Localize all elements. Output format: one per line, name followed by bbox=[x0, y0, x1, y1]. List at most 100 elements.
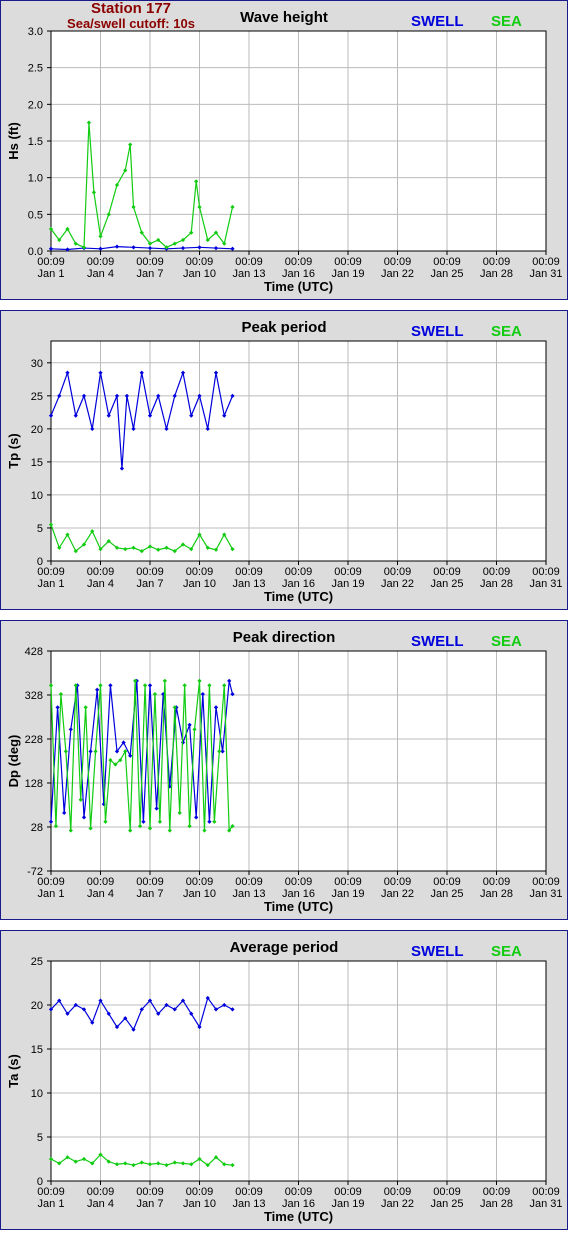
x-tick-date: Jan 7 bbox=[137, 578, 164, 590]
y-tick-label: 2.0 bbox=[28, 99, 43, 111]
y-tick-label: 1.0 bbox=[28, 173, 43, 185]
x-tick-date: Jan 7 bbox=[137, 268, 164, 280]
x-tick-time: 00:09 bbox=[433, 1186, 461, 1198]
x-tick-date: Jan 7 bbox=[137, 1198, 164, 1210]
x-tick-time: 00:09 bbox=[186, 256, 214, 268]
x-tick-date: Jan 28 bbox=[480, 578, 513, 590]
x-axis-label: Time (UTC) bbox=[264, 279, 333, 294]
x-tick-time: 00:09 bbox=[433, 256, 461, 268]
y-tick-label: 20 bbox=[31, 424, 43, 436]
x-tick-time: 00:09 bbox=[384, 256, 412, 268]
x-tick-date: Jan 28 bbox=[480, 1198, 513, 1210]
x-tick-date: Jan 19 bbox=[331, 578, 364, 590]
y-tick-label: 5 bbox=[37, 1132, 43, 1144]
y-tick-label: 20 bbox=[31, 1000, 43, 1012]
x-tick-date: Jan 13 bbox=[232, 268, 265, 280]
chart-svg: 0.00.51.01.52.02.53.000:09Jan 100:09Jan … bbox=[6, 9, 563, 294]
x-tick-time: 00:09 bbox=[87, 566, 115, 578]
x-tick-date: Jan 10 bbox=[183, 578, 216, 590]
x-tick-date: Jan 28 bbox=[480, 888, 513, 900]
x-tick-date: Jan 25 bbox=[430, 888, 463, 900]
y-axis-label: Hs (ft) bbox=[6, 122, 21, 160]
x-tick-time: 00:09 bbox=[136, 876, 164, 888]
chart-panel-4: 0 5 10 15 20 25 00:09 Jan 1 00:09 Jan 4 00:09 Jan 7… bbox=[0, 930, 568, 1230]
x-tick-date: Jan 10 bbox=[183, 1198, 216, 1210]
x-tick-time: 00:09 bbox=[285, 256, 313, 268]
x-tick-time: 00:09 bbox=[87, 256, 115, 268]
y-axis-label: Ta (s) bbox=[6, 1054, 21, 1088]
y-tick-label: 128 bbox=[25, 778, 43, 790]
x-tick-date: Jan 1 bbox=[38, 1198, 65, 1210]
x-tick-time: 00:09 bbox=[285, 1186, 313, 1198]
y-tick-label: 15 bbox=[31, 457, 43, 469]
x-tick-date: Jan 31 bbox=[529, 578, 562, 590]
legend-sea: SEA bbox=[491, 633, 522, 650]
chart-svg: -722812822832842800:09Jan 100:09Jan 400:… bbox=[6, 629, 563, 914]
y-tick-label: 2.5 bbox=[28, 63, 43, 75]
chart-svg: 05101520253000:09Jan 100:09Jan 400:09Jan… bbox=[6, 319, 563, 604]
x-tick-time: 00:09 bbox=[384, 876, 412, 888]
y-tick-label: 10 bbox=[31, 490, 43, 502]
x-tick-date: Jan 22 bbox=[381, 888, 414, 900]
station-header: Station 177 Sea/swell cutoff: 10s bbox=[41, 1, 221, 31]
x-tick-time: 00:09 bbox=[285, 566, 313, 578]
x-tick-date: Jan 22 bbox=[381, 268, 414, 280]
x-tick-time: 00:09 bbox=[136, 1186, 164, 1198]
x-tick-time: 00:09 bbox=[235, 256, 263, 268]
x-axis-label: Time (UTC) bbox=[264, 589, 333, 604]
x-tick-date: Jan 19 bbox=[331, 888, 364, 900]
x-tick-date: Jan 28 bbox=[480, 268, 513, 280]
y-tick-label: 25 bbox=[31, 391, 43, 403]
y-tick-label: 328 bbox=[25, 690, 43, 702]
y-tick-label: 5 bbox=[37, 523, 43, 535]
x-tick-time: 00:09 bbox=[136, 566, 164, 578]
x-axis-label: Time (UTC) bbox=[264, 899, 333, 914]
x-tick-date: Jan 19 bbox=[331, 1198, 364, 1210]
x-tick-time: 00:09 bbox=[334, 566, 362, 578]
x-tick-time: 00:09 bbox=[334, 1186, 362, 1198]
x-tick-time: 00:09 bbox=[186, 876, 214, 888]
x-tick-time: 00:09 bbox=[384, 1186, 412, 1198]
chart-svg: 051015202500:09Jan 100:09Jan 400:09Jan 7… bbox=[6, 939, 563, 1224]
y-axis-label: Tp (s) bbox=[6, 433, 21, 468]
x-tick-date: Jan 22 bbox=[381, 1198, 414, 1210]
legend-sea: SEA bbox=[491, 943, 522, 960]
x-tick-time: 00:09 bbox=[483, 1186, 511, 1198]
y-tick-label: 428 bbox=[25, 646, 43, 658]
x-tick-time: 00:09 bbox=[87, 876, 115, 888]
x-tick-date: Jan 13 bbox=[232, 888, 265, 900]
legend-swell: SWELL bbox=[411, 943, 464, 960]
x-tick-date: Jan 4 bbox=[87, 578, 114, 590]
x-tick-time: 00:09 bbox=[87, 1186, 115, 1198]
x-tick-date: Jan 1 bbox=[38, 578, 65, 590]
x-tick-date: Jan 1 bbox=[38, 268, 65, 280]
x-tick-date: Jan 13 bbox=[232, 578, 265, 590]
x-tick-time: 00:09 bbox=[433, 876, 461, 888]
x-tick-time: 00:09 bbox=[235, 876, 263, 888]
y-axis-label: Dp (deg) bbox=[6, 735, 21, 788]
x-tick-date: Jan 25 bbox=[430, 1198, 463, 1210]
x-tick-time: 00:09 bbox=[37, 876, 65, 888]
y-tick-label: 25 bbox=[31, 956, 43, 968]
x-tick-time: 00:09 bbox=[235, 566, 263, 578]
x-tick-time: 00:09 bbox=[483, 566, 511, 578]
legend-swell: SWELL bbox=[411, 13, 464, 30]
y-tick-label: 30 bbox=[31, 358, 43, 370]
chart-panel-2: 0 5 10 15 20 25 30 00:09 Jan 1 00:09 Jan 4 00:09 Jan… bbox=[0, 310, 568, 610]
x-tick-date: Jan 10 bbox=[183, 888, 216, 900]
x-tick-date: Jan 31 bbox=[529, 888, 562, 900]
x-tick-date: Jan 25 bbox=[430, 578, 463, 590]
x-tick-date: Jan 1 bbox=[38, 888, 65, 900]
x-tick-time: 00:09 bbox=[285, 876, 313, 888]
y-tick-label: 1.5 bbox=[28, 136, 43, 148]
chart-title: Average period bbox=[230, 939, 339, 956]
y-tick-label: 15 bbox=[31, 1044, 43, 1056]
x-tick-time: 00:09 bbox=[334, 876, 362, 888]
x-tick-date: Jan 31 bbox=[529, 268, 562, 280]
y-tick-label: 0.5 bbox=[28, 209, 43, 221]
x-tick-time: 00:09 bbox=[136, 256, 164, 268]
legend-sea: SEA bbox=[491, 323, 522, 340]
chart-title: Peak direction bbox=[233, 629, 336, 646]
x-tick-time: 00:09 bbox=[433, 566, 461, 578]
legend-swell: SWELL bbox=[411, 633, 464, 650]
